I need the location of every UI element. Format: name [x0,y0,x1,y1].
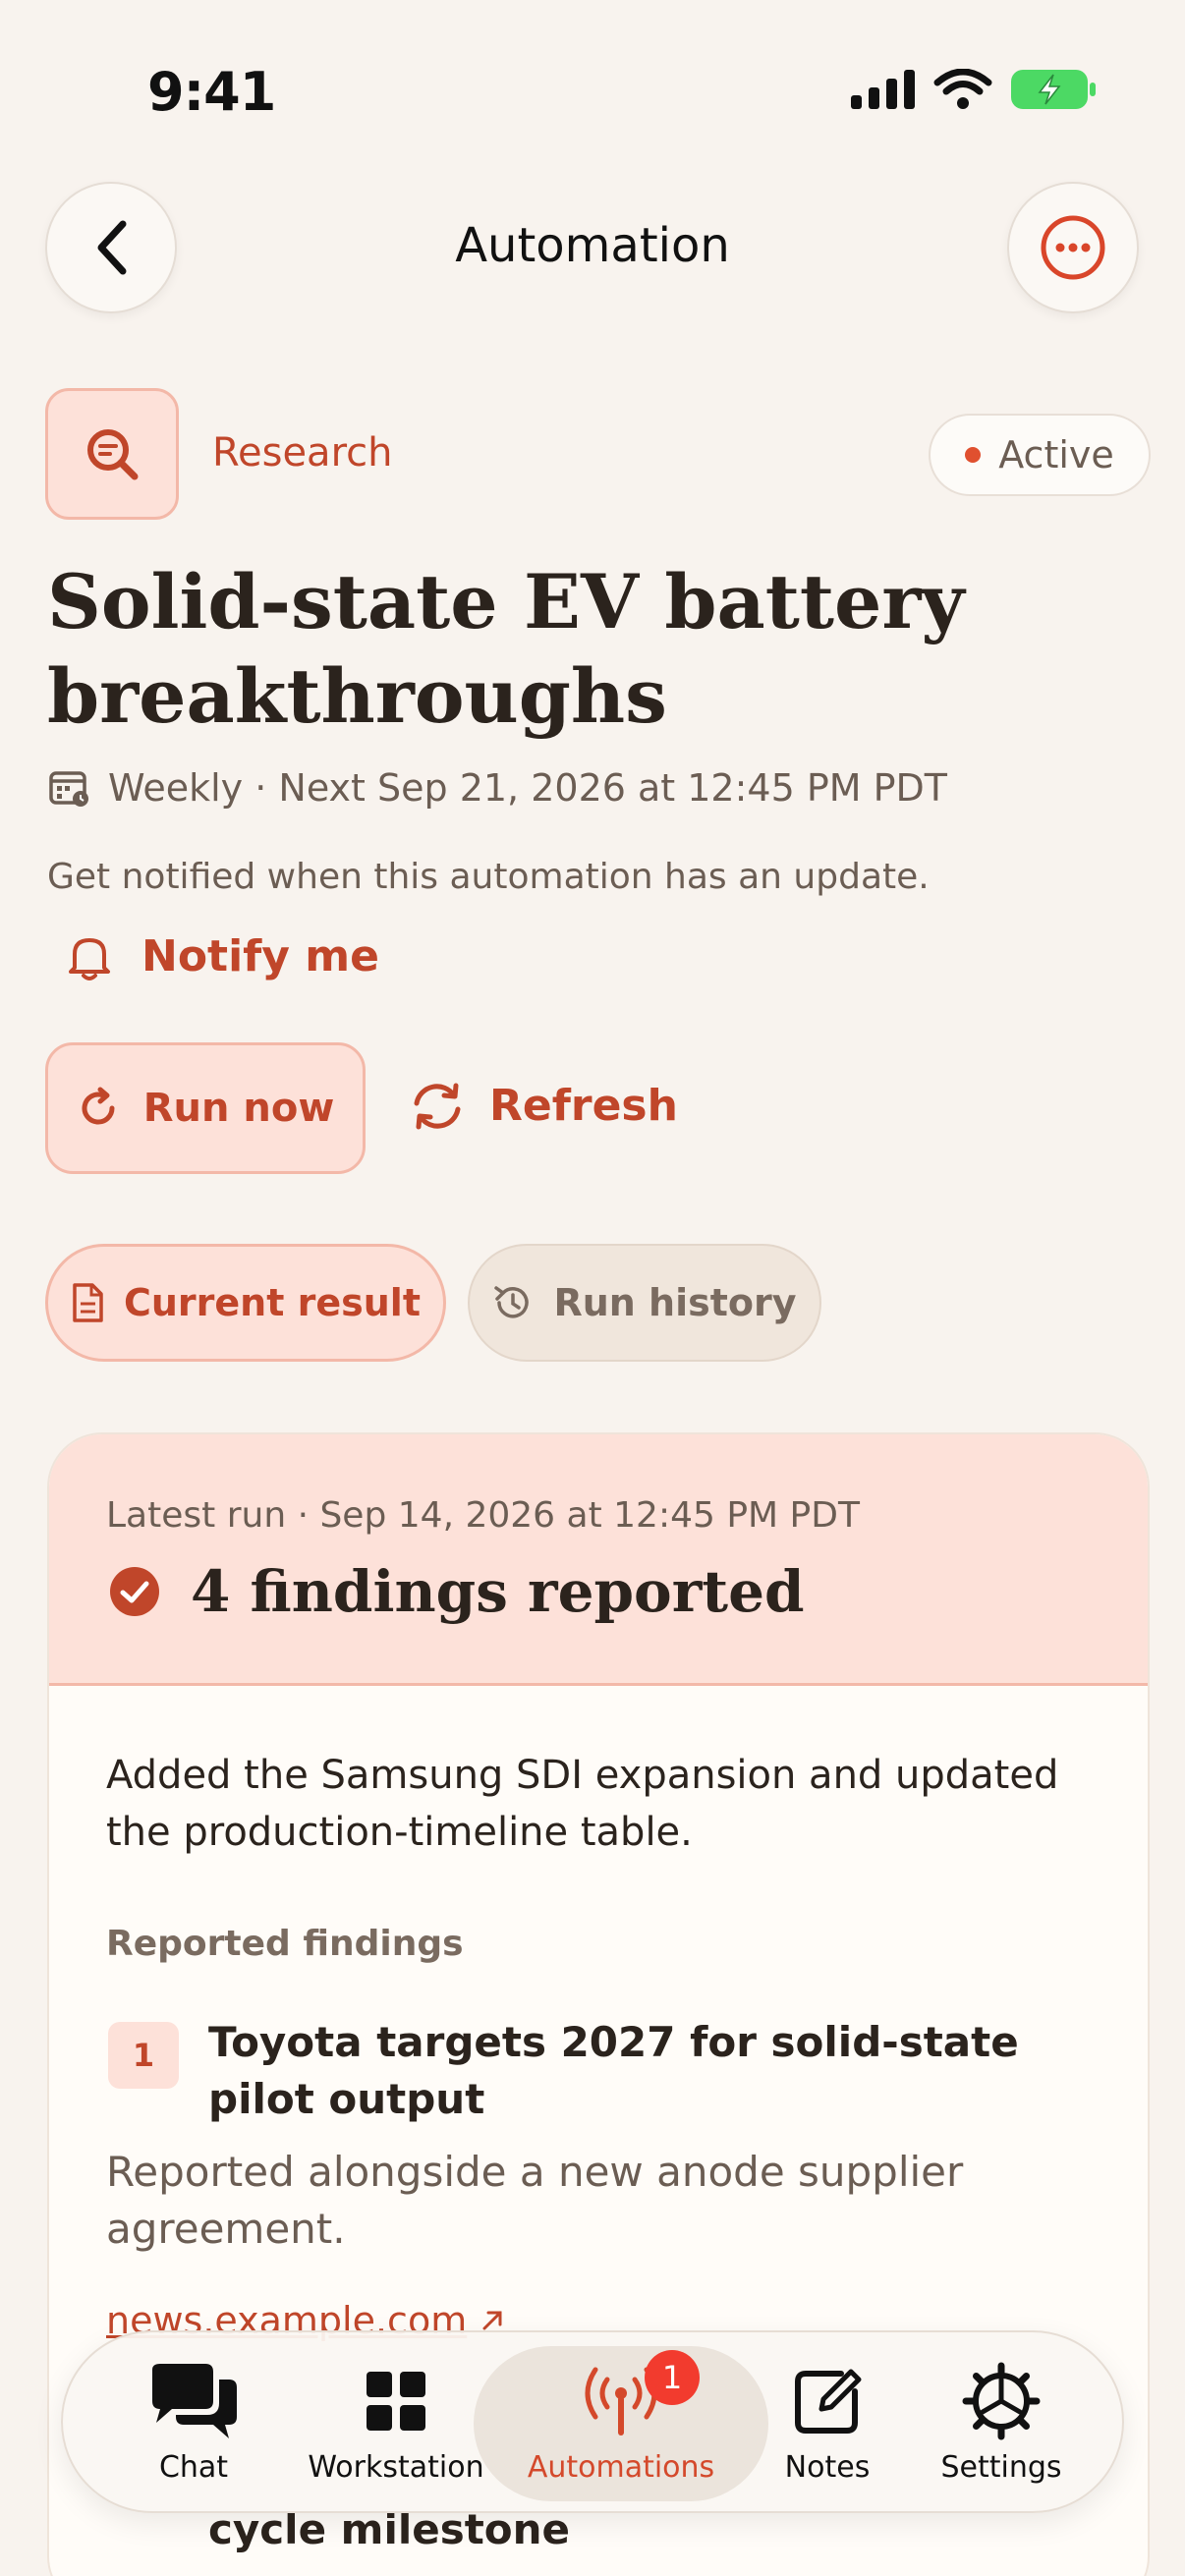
compose-icon [795,2369,862,2434]
status-dot [965,447,982,463]
automation-title: Solid-state EV battery breakthroughs [47,558,965,740]
status-label: Active [998,433,1114,476]
notify-me-button[interactable]: Notify me [67,931,379,981]
calendar-clock-icon [49,771,88,807]
status-time: 9:41 [147,61,276,123]
tabbar-workstation-label: Workstation [308,2450,484,2485]
search-text-icon [87,429,139,480]
finding-number: 1 [108,2022,179,2089]
check-circle-icon [110,1567,159,1616]
refresh-button[interactable]: Refresh [409,1081,678,1131]
tabbar-chat-label: Chat [158,2450,229,2485]
tabbar-notes[interactable]: Notes [759,2362,896,2485]
tabbar-workstation[interactable]: Workstation [301,2362,491,2485]
status-icons [851,69,1097,110]
tabbar-chat[interactable]: Chat [140,2362,248,2485]
ellipsis-circle-icon [1041,215,1105,280]
gear-icon [962,2362,1041,2440]
tab-history-label: Run history [553,1281,797,1324]
rotate-right-icon [82,1087,115,1125]
document-icon [73,1283,103,1322]
tab-run-history[interactable]: Run history [468,1244,821,1362]
bell-icon [69,937,110,980]
tabbar-settings[interactable]: Settings [928,2362,1075,2485]
more-options-button[interactable] [1007,182,1139,313]
tabbar-automations[interactable]: Automations [503,2362,739,2485]
result-card-header: Latest run · Sep 14, 2026 at 12:45 PM PD… [49,1434,1148,1686]
findings-summary-row: 4 findings reported [108,1558,805,1625]
reported-findings-label: Reported findings [106,1924,464,1964]
run-now-button[interactable]: Run now [45,1042,366,1174]
finding-description: Reported alongside a new anode supplier … [106,2148,964,2253]
latest-run-text: Latest run · Sep 14, 2026 at 12:45 PM PD… [106,1495,860,1536]
bottom-tab-bar: Chat Workstation Automations 1 Notes Set… [61,2330,1124,2513]
history-icon [494,1286,530,1318]
category-label: Research [212,430,393,476]
refresh-icon [414,1083,461,1129]
tabbar-automations-label: Automations [527,2450,715,2485]
notify-me-label: Notify me [141,931,379,981]
tab-current-result[interactable]: Current result [45,1244,446,1362]
wifi-icon [933,69,992,109]
tabbar-settings-label: Settings [940,2450,1062,2485]
schedule-text: Weekly · Next Sep 21, 2026 at 12:45 PM P… [108,766,948,810]
finding-title: Toyota targets 2027 for solid-state pilo… [208,2018,1019,2123]
notification-badge: 1 [645,2350,700,2405]
run-now-label: Run now [142,1086,335,1131]
arrow-up-right-icon [482,2311,502,2330]
status-badge: Active [929,414,1151,496]
notify-hint: Get notified when this automation has an… [47,857,930,897]
chat-icon [152,2364,237,2438]
schedule-row: Weekly · Next Sep 21, 2026 at 12:45 PM P… [49,766,947,810]
battery-icon [1011,70,1096,109]
refresh-label: Refresh [489,1081,678,1131]
grid-icon [367,2372,425,2431]
category-icon-box [45,388,179,520]
tabbar-notes-label: Notes [784,2450,871,2485]
result-summary: Added the Samsung SDI expansion and upda… [106,1753,1059,1855]
tab-current-label: Current result [123,1281,421,1324]
signal-icon [851,70,915,109]
findings-title: 4 findings reported [191,1558,805,1625]
